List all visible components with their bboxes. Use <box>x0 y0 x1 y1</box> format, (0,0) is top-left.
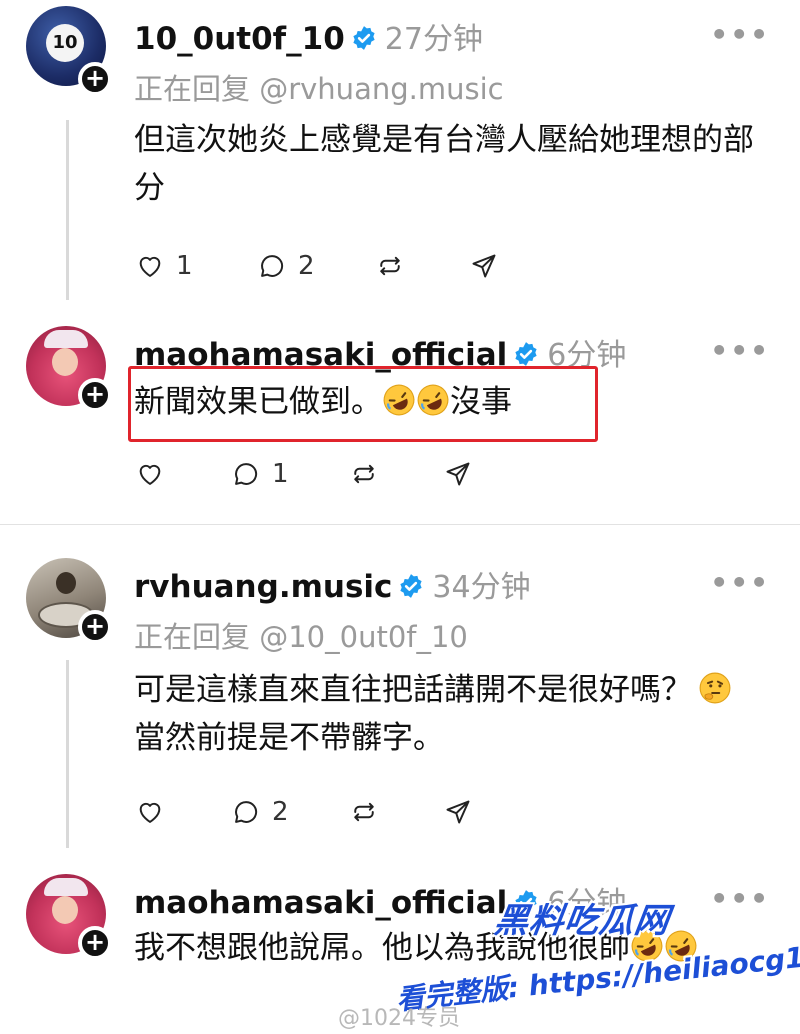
post-divider <box>0 524 800 525</box>
username-link[interactable]: maohamasaki_official <box>134 885 507 921</box>
share-icon <box>446 462 470 486</box>
follow-plus-icon[interactable]: + <box>78 378 112 412</box>
repost-button[interactable] <box>350 792 378 832</box>
comment-count: 2 <box>298 251 315 281</box>
comment-button[interactable]: 1 <box>232 454 289 494</box>
comment-count: 2 <box>272 797 289 827</box>
post-text-line: 可是這樣直來直往把話講開不是很好嗎？ <box>134 666 774 714</box>
repost-button[interactable] <box>376 246 404 286</box>
repost-icon <box>354 464 374 484</box>
post-text: 但這次她炎上感覺是有台灣人壓給她理想的部分 <box>134 122 754 206</box>
highlight-box <box>128 366 598 442</box>
comment-count: 1 <box>272 459 289 489</box>
post-header: rvhuang.music 34分钟 <box>134 562 531 606</box>
share-icon <box>472 254 496 278</box>
post-time: 34分钟 <box>432 570 531 605</box>
more-options-icon[interactable]: ••• <box>710 882 770 915</box>
post-header: 10_0ut0f_10 27分钟 <box>134 14 483 58</box>
share-icon <box>446 800 470 824</box>
verified-badge-icon <box>515 341 537 366</box>
post-text: 可是這樣直來直往把話講開不是很好嗎？ 當然前提是不帶髒字。 <box>134 666 774 762</box>
follow-plus-icon[interactable]: + <box>78 62 112 96</box>
like-button[interactable] <box>136 792 164 832</box>
more-options-icon[interactable]: ••• <box>710 334 770 367</box>
verified-badge-icon <box>400 573 423 598</box>
repost-icon <box>354 802 374 822</box>
username-link[interactable]: 10_0ut0f_10 <box>134 21 345 57</box>
follow-plus-icon[interactable]: + <box>78 926 112 960</box>
replying-to[interactable]: 正在回复 @10_0ut0f_10 <box>134 614 468 656</box>
thread-line <box>66 660 69 848</box>
avatar-ball-circle: 10 <box>46 24 84 62</box>
more-options-icon[interactable]: ••• <box>710 566 770 599</box>
thread-line <box>66 120 69 300</box>
comment-button[interactable]: 2 <box>232 792 289 832</box>
avatar-hat <box>44 330 88 348</box>
post-text-line: 當然前提是不帶髒字。 <box>134 720 444 756</box>
share-button[interactable] <box>444 454 472 494</box>
avatar-person <box>56 572 76 594</box>
like-button[interactable] <box>136 454 164 494</box>
verified-badge-icon <box>353 25 375 50</box>
replying-to[interactable]: 正在回复 @rvhuang.music <box>134 66 504 108</box>
heart-icon <box>139 464 161 485</box>
thinking-emoji-icon <box>699 672 731 704</box>
more-options-icon[interactable]: ••• <box>710 18 770 51</box>
repost-button[interactable] <box>350 454 378 494</box>
comment-icon <box>261 255 284 277</box>
like-count: 1 <box>176 251 193 281</box>
heart-icon <box>139 256 161 277</box>
repost-icon <box>380 256 400 276</box>
avatar-hat <box>44 878 88 896</box>
post-text-line1: 可是這樣直來直往把話講開不是很好嗎？ <box>134 672 692 708</box>
post-time: 27分钟 <box>384 22 483 57</box>
comment-icon <box>235 463 258 485</box>
share-button[interactable] <box>470 246 498 286</box>
watermark-logo: 黑料吃瓜网 <box>491 901 673 941</box>
avatar-face <box>52 348 78 376</box>
avatar-face <box>52 896 78 924</box>
share-button[interactable] <box>444 792 472 832</box>
comment-button[interactable]: 2 <box>258 246 315 286</box>
like-button[interactable]: 1 <box>136 246 193 286</box>
heart-icon <box>139 802 161 823</box>
comment-icon <box>235 801 258 823</box>
username-link[interactable]: rvhuang.music <box>134 569 392 605</box>
weibo-watermark: @1024专员 <box>338 1006 460 1031</box>
follow-plus-icon[interactable]: + <box>78 610 112 644</box>
